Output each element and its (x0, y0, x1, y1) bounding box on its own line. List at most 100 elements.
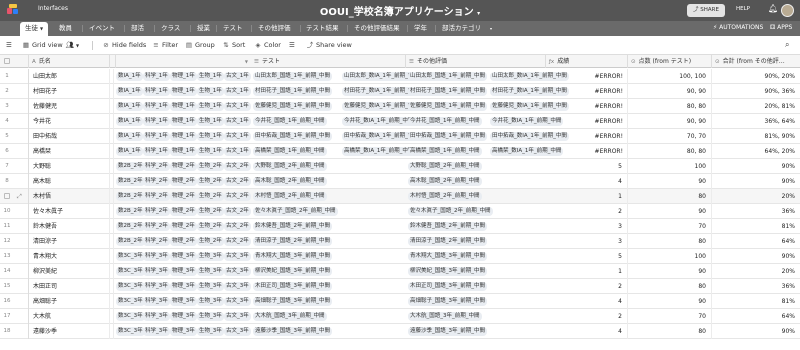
linked-record-chip[interactable]: 数IA_1年 (116, 132, 143, 141)
linked-record-chip[interactable]: 物理_1年 (170, 147, 197, 156)
narrow-cell[interactable] (110, 309, 114, 324)
linked-record-chip[interactable]: 古文_3年 (224, 252, 251, 261)
score-cell[interactable]: 80 (628, 324, 712, 339)
score-cell[interactable]: 70, 70 (628, 129, 712, 144)
linked-record-chip[interactable]: 科学_1年 (143, 87, 170, 96)
linked-record-chip[interactable]: 生物_3年 (197, 267, 224, 276)
linked-record-chip[interactable]: 数2B_2年 (116, 177, 145, 186)
score-cell[interactable]: 70 (628, 309, 712, 324)
narrow-cell[interactable] (110, 204, 114, 219)
linked-record-chip[interactable]: 木村悟_国語_2年_前期_中間 (408, 192, 482, 201)
narrow-cell[interactable] (110, 219, 114, 234)
automations-button[interactable]: ⚡ AUTOMATIONS (713, 24, 763, 31)
narrow-cell[interactable] (110, 84, 114, 99)
linked-record-chip[interactable]: 数3C_3年 (116, 312, 145, 321)
narrow-cell[interactable] (110, 174, 114, 189)
chevron-down-icon[interactable]: ▼ (245, 55, 248, 68)
column-header-name[interactable]: A 氏名 (28, 55, 110, 68)
linked-record-chip[interactable]: 科学_2年 (143, 177, 170, 186)
linked-record-chip[interactable]: 物理_2年 (170, 177, 197, 186)
score-cell[interactable]: 80 (628, 189, 712, 204)
expand-record-icon[interactable]: ⤢ (17, 189, 22, 204)
linked-record-chip[interactable]: 遠藤沙季_国語_3年_前期_中間 (253, 327, 333, 336)
linked-record-chip[interactable]: 清田涼子_国語_2年_前期_中間 (253, 237, 333, 246)
total-cell[interactable]: 90% (712, 249, 800, 264)
student-name-cell[interactable]: 大木航 (28, 309, 110, 324)
linked-record-chip[interactable]: 古文_3年 (224, 312, 251, 321)
linked-record-chip[interactable]: 物理_1年 (170, 87, 197, 96)
total-cell[interactable]: 90% (712, 324, 800, 339)
narrow-cell[interactable] (110, 189, 114, 204)
linked-record-chip[interactable]: 今井花_数IA_1年_前期_中間 (342, 117, 416, 126)
table-row[interactable]: 16 高畑聡子 数3C_3年 科学_3年 物理_3年 生物_3年 古文_3年 高畑聡子_国語_… (0, 294, 800, 309)
linked-record-chip[interactable]: 科学_1年 (143, 117, 170, 126)
total-cell[interactable]: 64%, 20% (712, 144, 800, 159)
linked-record-chip[interactable]: 生物_1年 (197, 72, 224, 81)
linked-record-chip[interactable]: 生物_3年 (197, 327, 224, 336)
linked-record-chip[interactable]: 古文_3年 (224, 282, 251, 291)
linked-record-chip[interactable]: 数3C_3年 (116, 267, 145, 276)
search-icon[interactable]: ⌕ (785, 40, 789, 50)
table-row[interactable]: 1 山田太郎 数IA_1年 科学_1年 物理_1年 生物_1年 古文_1年 山田太郎_国語_1… (0, 69, 800, 84)
total-cell[interactable]: 64% (712, 309, 800, 324)
score-cell[interactable]: 90 (628, 204, 712, 219)
linked-record-chip[interactable]: 古文_3年 (224, 267, 251, 276)
linked-record-chip[interactable]: 古文_2年 (224, 162, 251, 171)
linked-record-chip[interactable]: 物理_3年 (170, 327, 197, 336)
student-name-cell[interactable]: 清田涼子 (28, 234, 110, 249)
narrow-cell[interactable] (110, 294, 114, 309)
linked-record-chip[interactable]: 鈴木健吾_国語_2年_前期_中間 (408, 222, 488, 231)
grade-cell[interactable]: #ERROR! (546, 99, 628, 114)
narrow-cell[interactable] (110, 249, 114, 264)
table-row[interactable]: 6 高橋栞 数IA_1年 科学_1年 物理_1年 生物_1年 古文_1年 高橋栞_国語_1年_… (0, 144, 800, 159)
linked-record-chip[interactable]: 村田花子_国語_1年_前期_中間 (253, 87, 333, 96)
narrow-cell[interactable] (110, 144, 114, 159)
total-cell[interactable]: 20% (712, 264, 800, 279)
linked-record-chip[interactable]: 物理_2年 (170, 207, 197, 216)
linked-record-chip[interactable]: 生物_3年 (197, 252, 224, 261)
linked-record-chip[interactable]: 生物_2年 (197, 177, 224, 186)
student-name-cell[interactable]: 鈴木健吾 (28, 219, 110, 234)
student-name-cell[interactable]: 田中拓哉 (28, 129, 110, 144)
linked-record-chip[interactable]: 山田太郎_国語_1年_前期_中間 (408, 72, 488, 81)
bell-icon[interactable]: 🔔︎ (768, 5, 778, 13)
column-header-classes[interactable]: ▼ (116, 55, 251, 68)
student-name-cell[interactable]: 村田花子 (28, 84, 110, 99)
grade-cell[interactable]: #ERROR! (546, 144, 628, 159)
score-cell[interactable]: 90 (628, 264, 712, 279)
linked-record-chip[interactable]: 物理_1年 (170, 117, 197, 126)
linked-record-chip[interactable]: 数3C_3年 (116, 252, 145, 261)
linked-record-chip[interactable]: 物理_1年 (170, 132, 197, 141)
table-row[interactable]: 4 今井花 数IA_1年 科学_1年 物理_1年 生物_1年 古文_1年 今井花_国語_1年_… (0, 114, 800, 129)
tab-students[interactable]: 生徒 ▼ (20, 22, 49, 36)
linked-record-chip[interactable]: 高木聡_国語_2年_前期_中間 (408, 177, 482, 186)
linked-record-chip[interactable]: 科学_2年 (143, 162, 170, 171)
linked-record-chip[interactable]: 科学_1年 (143, 147, 170, 156)
total-cell[interactable]: 36% (712, 279, 800, 294)
table-row[interactable]: 7 大野聡 数2B_2年 科学_2年 物理_2年 生物_2年 古文_2年 大野聡_国語_2年_… (0, 159, 800, 174)
tab-grades[interactable]: 学年 (414, 22, 427, 36)
interfaces-link[interactable]: Interfaces (38, 5, 68, 12)
grade-cell[interactable]: 2 (546, 204, 628, 219)
table-row[interactable]: 8 高木聡 数2B_2年 科学_2年 物理_2年 生物_2年 古文_2年 高木聡_国語_2年_… (0, 174, 800, 189)
linked-record-chip[interactable]: 生物_2年 (197, 192, 224, 201)
linked-record-chip[interactable]: 大木航_国語_3年_前期_中間 (253, 312, 327, 321)
linked-record-chip[interactable]: 古文_2年 (224, 237, 251, 246)
linked-record-chip[interactable]: 佐藤健児_国語_1年_前期_中間 (253, 102, 333, 111)
column-header-total[interactable]: ⊙ 合計 (from その他評… (712, 55, 800, 68)
sort-button[interactable]: ⇅ Sort (222, 40, 245, 51)
airtable-logo-icon[interactable] (7, 4, 19, 15)
student-name-cell[interactable]: 大野聡 (28, 159, 110, 174)
linked-record-chip[interactable]: 数2B_2年 (116, 207, 145, 216)
linked-record-chip[interactable]: 青木翔大_国語_3年_前期_中間 (253, 252, 333, 261)
student-name-cell[interactable]: 木田正司 (28, 279, 110, 294)
linked-record-chip[interactable]: 科学_3年 (143, 282, 170, 291)
grade-cell[interactable]: #ERROR! (546, 129, 628, 144)
total-cell[interactable]: 81% (712, 294, 800, 309)
column-header-test[interactable]: ☰ テスト (251, 55, 406, 68)
table-row[interactable]: 13 青木翔大 数3C_3年 科学_3年 物理_3年 生物_3年 古文_3年 青木翔大_国語_… (0, 249, 800, 264)
linked-record-chip[interactable]: 山田太郎_国語_1年_前期_中間 (253, 72, 333, 81)
linked-record-chip[interactable]: 柳沢美紀_国語_3年_前期_中間 (253, 267, 333, 276)
table-row[interactable]: 3 佐藤健児 数IA_1年 科学_1年 物理_1年 生物_1年 古文_1年 佐藤健児_国語_1… (0, 99, 800, 114)
linked-record-chip[interactable]: 数IA_1年 (116, 147, 143, 156)
